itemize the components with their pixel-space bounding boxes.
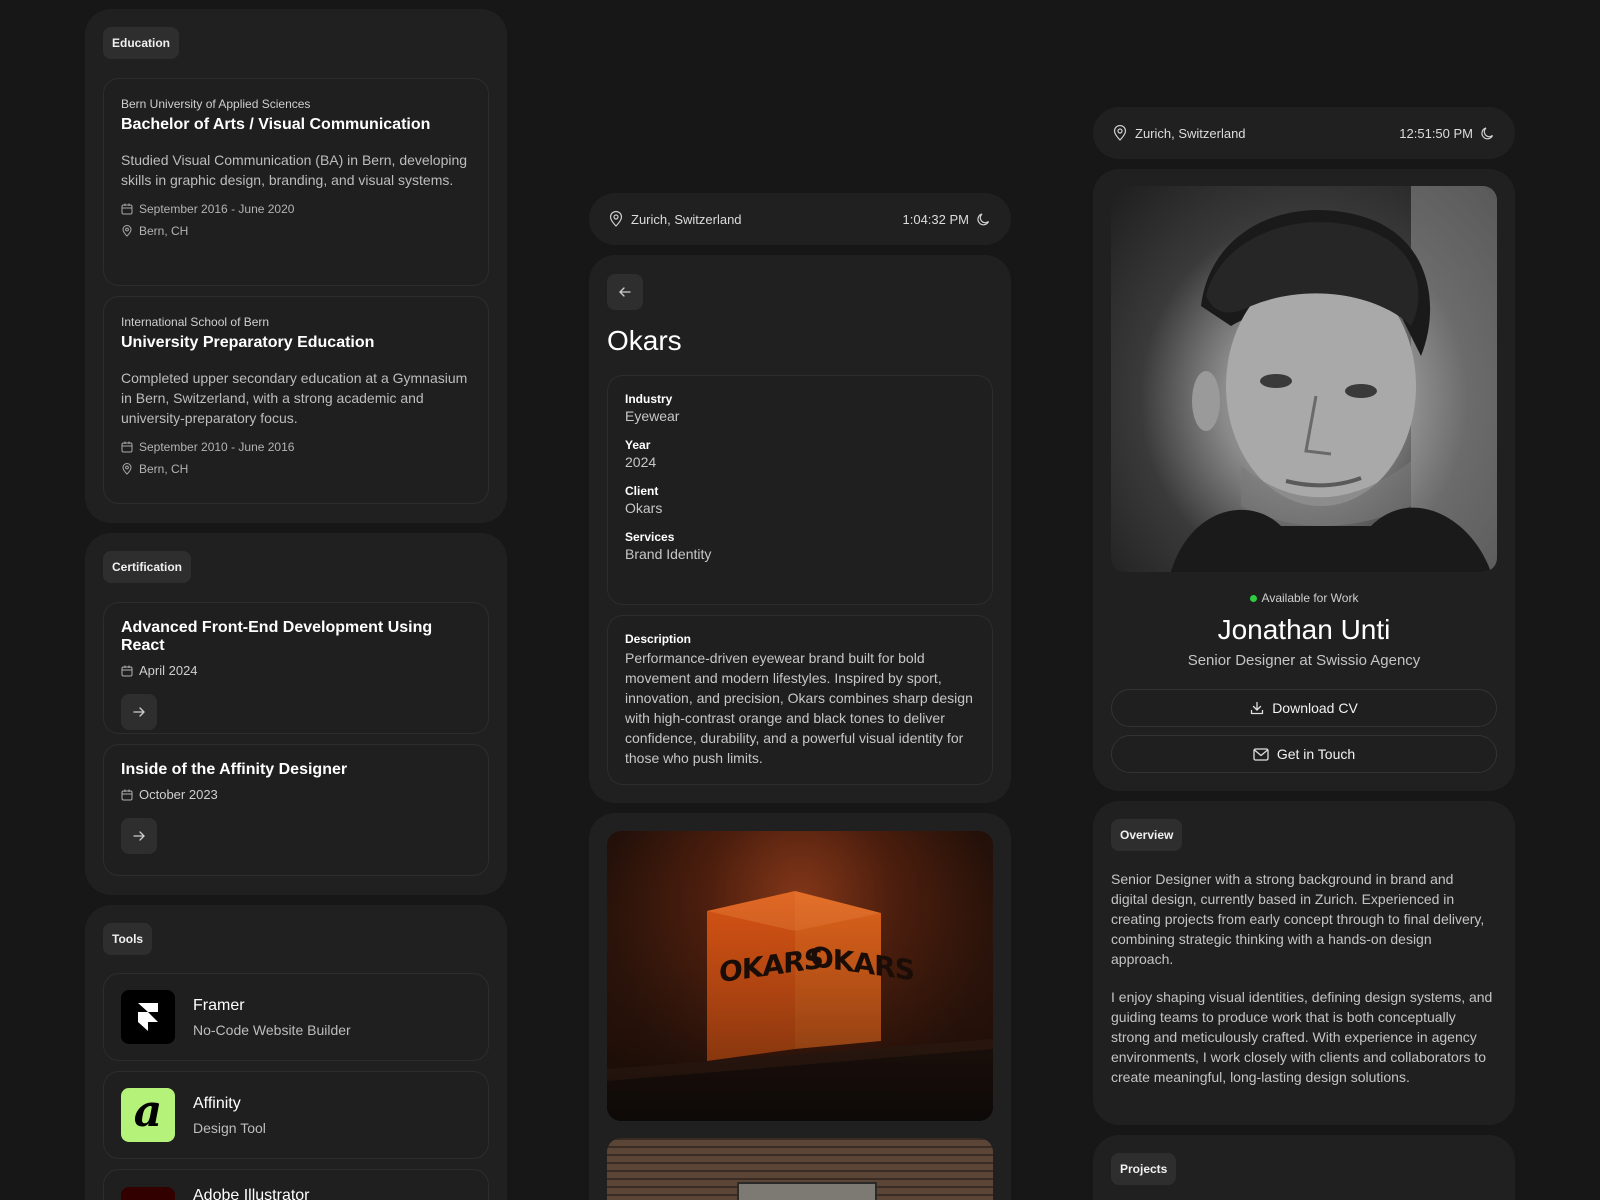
project-image-building[interactable] [607, 1138, 993, 1200]
education-tag: Education [103, 27, 180, 59]
project-title: Okars [607, 325, 682, 356]
education-description: Studied Visual Communication (BA) in Ber… [121, 152, 468, 188]
clock-time: 1:04:32 PM [902, 211, 970, 227]
arrow-left-icon [619, 287, 631, 297]
description-text: Performance-driven eyewear brand built f… [625, 650, 973, 766]
project-description: Description Performance-driven eyewear b… [607, 615, 993, 785]
location-text: Zurich, Switzerland [631, 211, 742, 227]
calendar-icon [121, 665, 133, 676]
certification-title: Advanced Front-End Development Using Rea… [121, 619, 433, 654]
profile-card: Available for Work Jonathan Unti Senior … [1093, 169, 1515, 791]
field-label: Client [625, 484, 659, 498]
education-location: Bern, CH [139, 224, 189, 238]
overview-card: Overview Senior Designer with a strong b… [1093, 801, 1515, 1125]
location-pin-icon [122, 463, 132, 475]
location-pin-icon [1113, 125, 1127, 141]
education-card: Education Bern University of Applied Sci… [85, 9, 507, 523]
location-text: Zurich, Switzerland [1135, 125, 1246, 141]
get-in-touch-label: Get in Touch [1276, 746, 1356, 762]
tool-item-affinity[interactable]: a Affinity Design Tool [103, 1071, 489, 1159]
education-school: International School of Bern [121, 315, 270, 329]
education-location: Bern, CH [139, 462, 189, 476]
education-item: Bern University of Applied Sciences Bach… [103, 78, 489, 286]
tool-subtitle: Design Tool [193, 1119, 266, 1136]
field-value: 2024 [625, 454, 657, 470]
education-school: Bern University of Applied Sciences [121, 97, 311, 111]
illustrator-logo-icon [121, 1187, 175, 1200]
description-label: Description [625, 632, 692, 646]
certification-title: Inside of the Affinity Designer [121, 761, 348, 778]
certification-open-button[interactable] [121, 818, 157, 854]
tool-item-framer[interactable]: Framer No-Code Website Builder [103, 973, 489, 1061]
education-item: International School of Bern University … [103, 296, 489, 504]
education-description: Completed upper secondary education at a… [121, 370, 468, 426]
download-cv-button[interactable]: Download CV [1111, 689, 1497, 727]
location-pin-icon [609, 211, 623, 227]
download-cv-label: Download CV [1272, 700, 1358, 716]
education-degree: University Preparatory Education [121, 334, 375, 351]
field-value: Okars [625, 500, 663, 516]
project-fields: Industry Eyewear Year 2024 Client Okars … [607, 375, 993, 605]
moon-icon[interactable] [977, 212, 991, 226]
education-degree: Bachelor of Arts / Visual Communication [121, 116, 431, 133]
tools-card: Tools Framer No-Code Website Builder a A… [85, 905, 507, 1200]
profile-role: Senior Designer at Swissio Agency [1187, 652, 1421, 669]
calendar-icon [121, 789, 133, 800]
tool-name: Affinity [193, 1094, 241, 1112]
arrow-right-icon [133, 831, 145, 841]
certification-date: April 2024 [139, 663, 198, 678]
projects-card: Projects [1093, 1135, 1515, 1200]
profile-location-bar: Zurich, Switzerland 12:51:50 PM [1093, 107, 1515, 159]
certification-item: Inside of the Affinity Designer October … [103, 744, 489, 876]
field-label: Industry [625, 392, 673, 406]
overview-paragraph: Senior Designer with a strong background… [1111, 871, 1485, 967]
education-dates: September 2010 - June 2016 [139, 440, 295, 454]
project-location-bar: Zurich, Switzerland 1:04:32 PM [589, 193, 1011, 245]
certification-card: Certification Advanced Front-End Develop… [85, 533, 507, 895]
get-in-touch-button[interactable]: Get in Touch [1111, 735, 1497, 773]
field-label: Year [625, 438, 651, 452]
tool-item-illustrator[interactable]: Adobe Illustrator [103, 1169, 489, 1200]
tools-tag: Tools [103, 923, 153, 955]
moon-icon[interactable] [1481, 126, 1495, 140]
field-label: Services [625, 530, 675, 544]
mail-icon [1253, 747, 1269, 761]
calendar-icon [121, 441, 133, 453]
profile-photo [1111, 186, 1497, 572]
project-detail-card: Okars Industry Eyewear Year 2024 Client … [589, 255, 1011, 803]
field-value: Eyewear [625, 408, 680, 424]
profile-name: Jonathan Unti [1217, 614, 1391, 645]
status-dot [1249, 594, 1257, 602]
project-image-sign[interactable]: OKARS OKARS [607, 831, 993, 1121]
tool-subtitle: No-Code Website Builder [193, 1021, 351, 1038]
projects-tag: Projects [1111, 1153, 1177, 1185]
location-pin-icon [122, 225, 132, 237]
education-dates: September 2016 - June 2020 [139, 202, 295, 216]
calendar-icon [121, 203, 133, 215]
overview-paragraph: I enjoy shaping visual identities, defin… [1111, 989, 1493, 1085]
tool-name: Adobe Illustrator [193, 1187, 310, 1200]
back-button[interactable] [607, 274, 643, 310]
certification-open-button[interactable] [121, 694, 157, 730]
certification-date: October 2023 [139, 787, 218, 802]
certification-item: Advanced Front-End Development Using Rea… [103, 602, 489, 734]
certification-tag: Certification [103, 551, 192, 583]
clock-time: 12:51:50 PM [1399, 125, 1473, 141]
project-gallery-card: OKARS OKARS [589, 813, 1011, 1200]
overview-tag: Overview [1111, 819, 1183, 851]
field-value: Brand Identity [625, 546, 712, 562]
arrow-right-icon [133, 707, 145, 717]
tool-name: Framer [193, 996, 245, 1014]
framer-logo-icon [121, 990, 175, 1044]
download-icon [1251, 701, 1264, 715]
availability-status: Available for Work [1261, 591, 1359, 605]
affinity-logo-icon: a [121, 1088, 175, 1142]
